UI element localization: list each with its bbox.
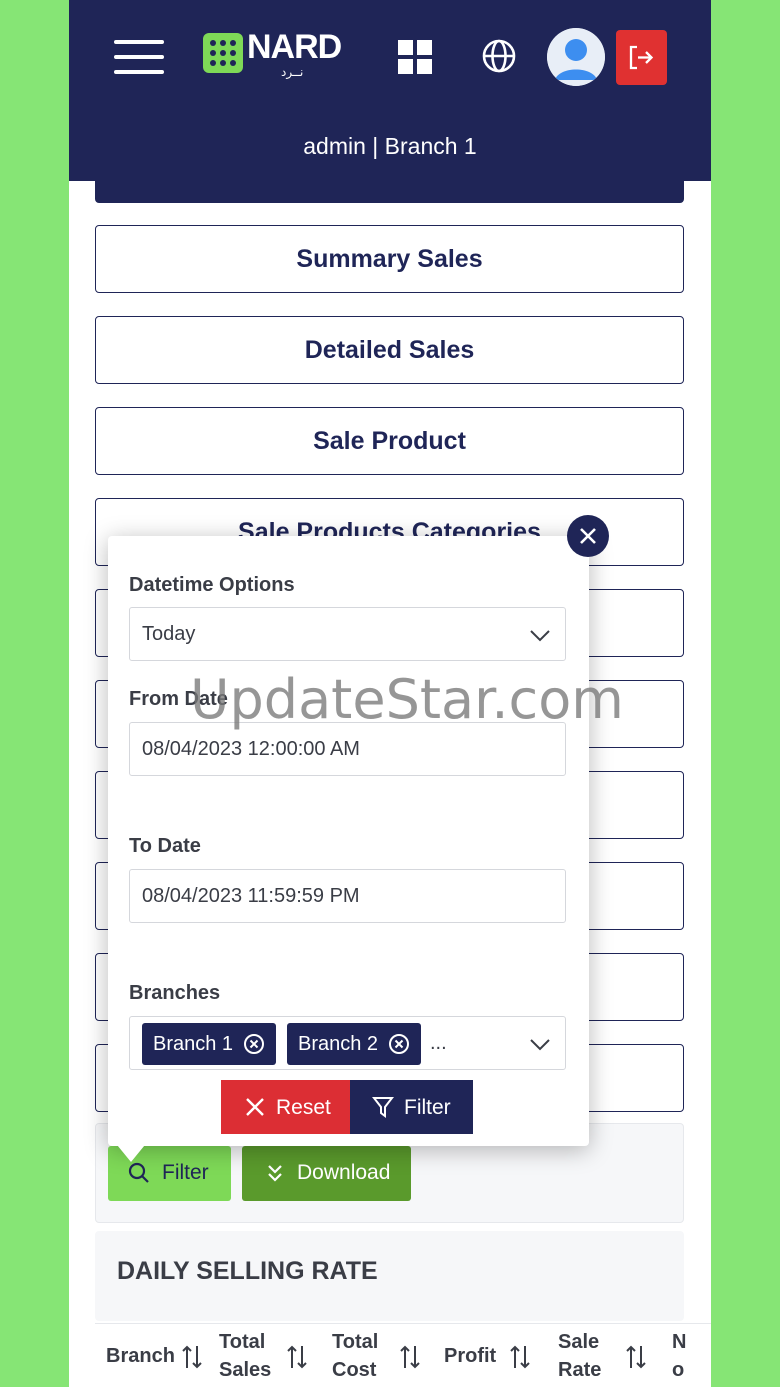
branches-multiselect[interactable]: Branch 1 Branch 2 ...	[129, 1016, 566, 1070]
close-icon	[580, 528, 596, 544]
datetime-options-value: Today	[142, 623, 196, 645]
download-button-label: Download	[297, 1161, 391, 1184]
double-chevron-down-icon	[266, 1163, 284, 1189]
column-profit: Profit	[444, 1345, 497, 1367]
branch-chip[interactable]: Branch 1	[142, 1023, 276, 1065]
branches-label: Branches	[129, 982, 221, 1004]
summary-sales-button[interactable]: Summary Sales	[95, 225, 684, 293]
brand-subtitle: نــرد	[281, 65, 304, 79]
branch-chip[interactable]: Branch 2	[287, 1023, 421, 1065]
menu-icon[interactable]	[114, 40, 164, 74]
language-globe-icon[interactable]	[481, 38, 517, 74]
close-popup-button[interactable]	[567, 515, 609, 557]
table-header: Branch Total Sales Total Cost Profit Sal…	[95, 1323, 711, 1387]
chevron-down-icon	[530, 630, 550, 642]
user-branch-label: admin | Branch 1	[303, 133, 477, 159]
sort-icon[interactable]	[625, 1344, 647, 1370]
watermark: UpdateStar.com	[190, 668, 624, 731]
filter-popup: Datetime Options Today From Date 08/04/2…	[108, 536, 589, 1146]
popup-pointer	[113, 1140, 149, 1162]
logout-button[interactable]	[616, 30, 667, 85]
filter-button-label: Filter	[162, 1161, 209, 1184]
to-date-input[interactable]: 08/04/2023 11:59:59 PM	[129, 869, 566, 923]
daily-selling-rate-card: DAILY SELLING RATE	[95, 1231, 684, 1321]
logout-icon	[629, 45, 637, 70]
funnel-icon	[372, 1097, 394, 1118]
apply-filter-button[interactable]: Filter	[350, 1080, 473, 1134]
sort-icon[interactable]	[509, 1344, 531, 1370]
apps-grid-icon[interactable]	[398, 40, 432, 74]
detailed-sales-button[interactable]: Detailed Sales	[95, 316, 684, 384]
logo-grid-icon	[203, 33, 243, 73]
column-partial: N o	[672, 1331, 687, 1381]
remove-chip-icon[interactable]	[243, 1033, 265, 1055]
sort-icon[interactable]	[181, 1344, 203, 1370]
nard-logo: NARD نــرد	[203, 28, 343, 79]
remove-chip-icon[interactable]	[388, 1033, 410, 1055]
close-icon	[246, 1098, 264, 1116]
datetime-options-label: Datetime Options	[129, 574, 295, 596]
sort-icon[interactable]	[399, 1344, 421, 1370]
column-total-cost: Total Cost	[332, 1331, 379, 1381]
apply-filter-label: Filter	[404, 1096, 451, 1119]
reset-button-label: Reset	[276, 1096, 331, 1119]
sort-icon[interactable]	[286, 1344, 308, 1370]
top-header: NARD نــرد admin | Branch 1	[69, 0, 711, 181]
column-branch: Branch	[106, 1345, 175, 1367]
datetime-options-select[interactable]: Today	[129, 607, 566, 661]
download-button[interactable]: Download	[242, 1146, 411, 1201]
column-total-sales: Total Sales	[219, 1331, 272, 1381]
column-sale-rate: Sale Rate	[558, 1331, 602, 1381]
sale-product-button[interactable]: Sale Product	[95, 407, 684, 475]
reset-button[interactable]: Reset	[221, 1080, 350, 1134]
report-button-partial[interactable]	[95, 181, 684, 203]
user-avatar[interactable]	[547, 28, 605, 86]
chevron-down-icon	[530, 1039, 550, 1051]
daily-selling-rate-title: DAILY SELLING RATE	[117, 1257, 378, 1285]
to-date-label: To Date	[129, 835, 201, 857]
more-branches-indicator: ...	[430, 1032, 447, 1054]
search-icon	[128, 1162, 150, 1190]
brand-name: NARD	[247, 28, 342, 66]
